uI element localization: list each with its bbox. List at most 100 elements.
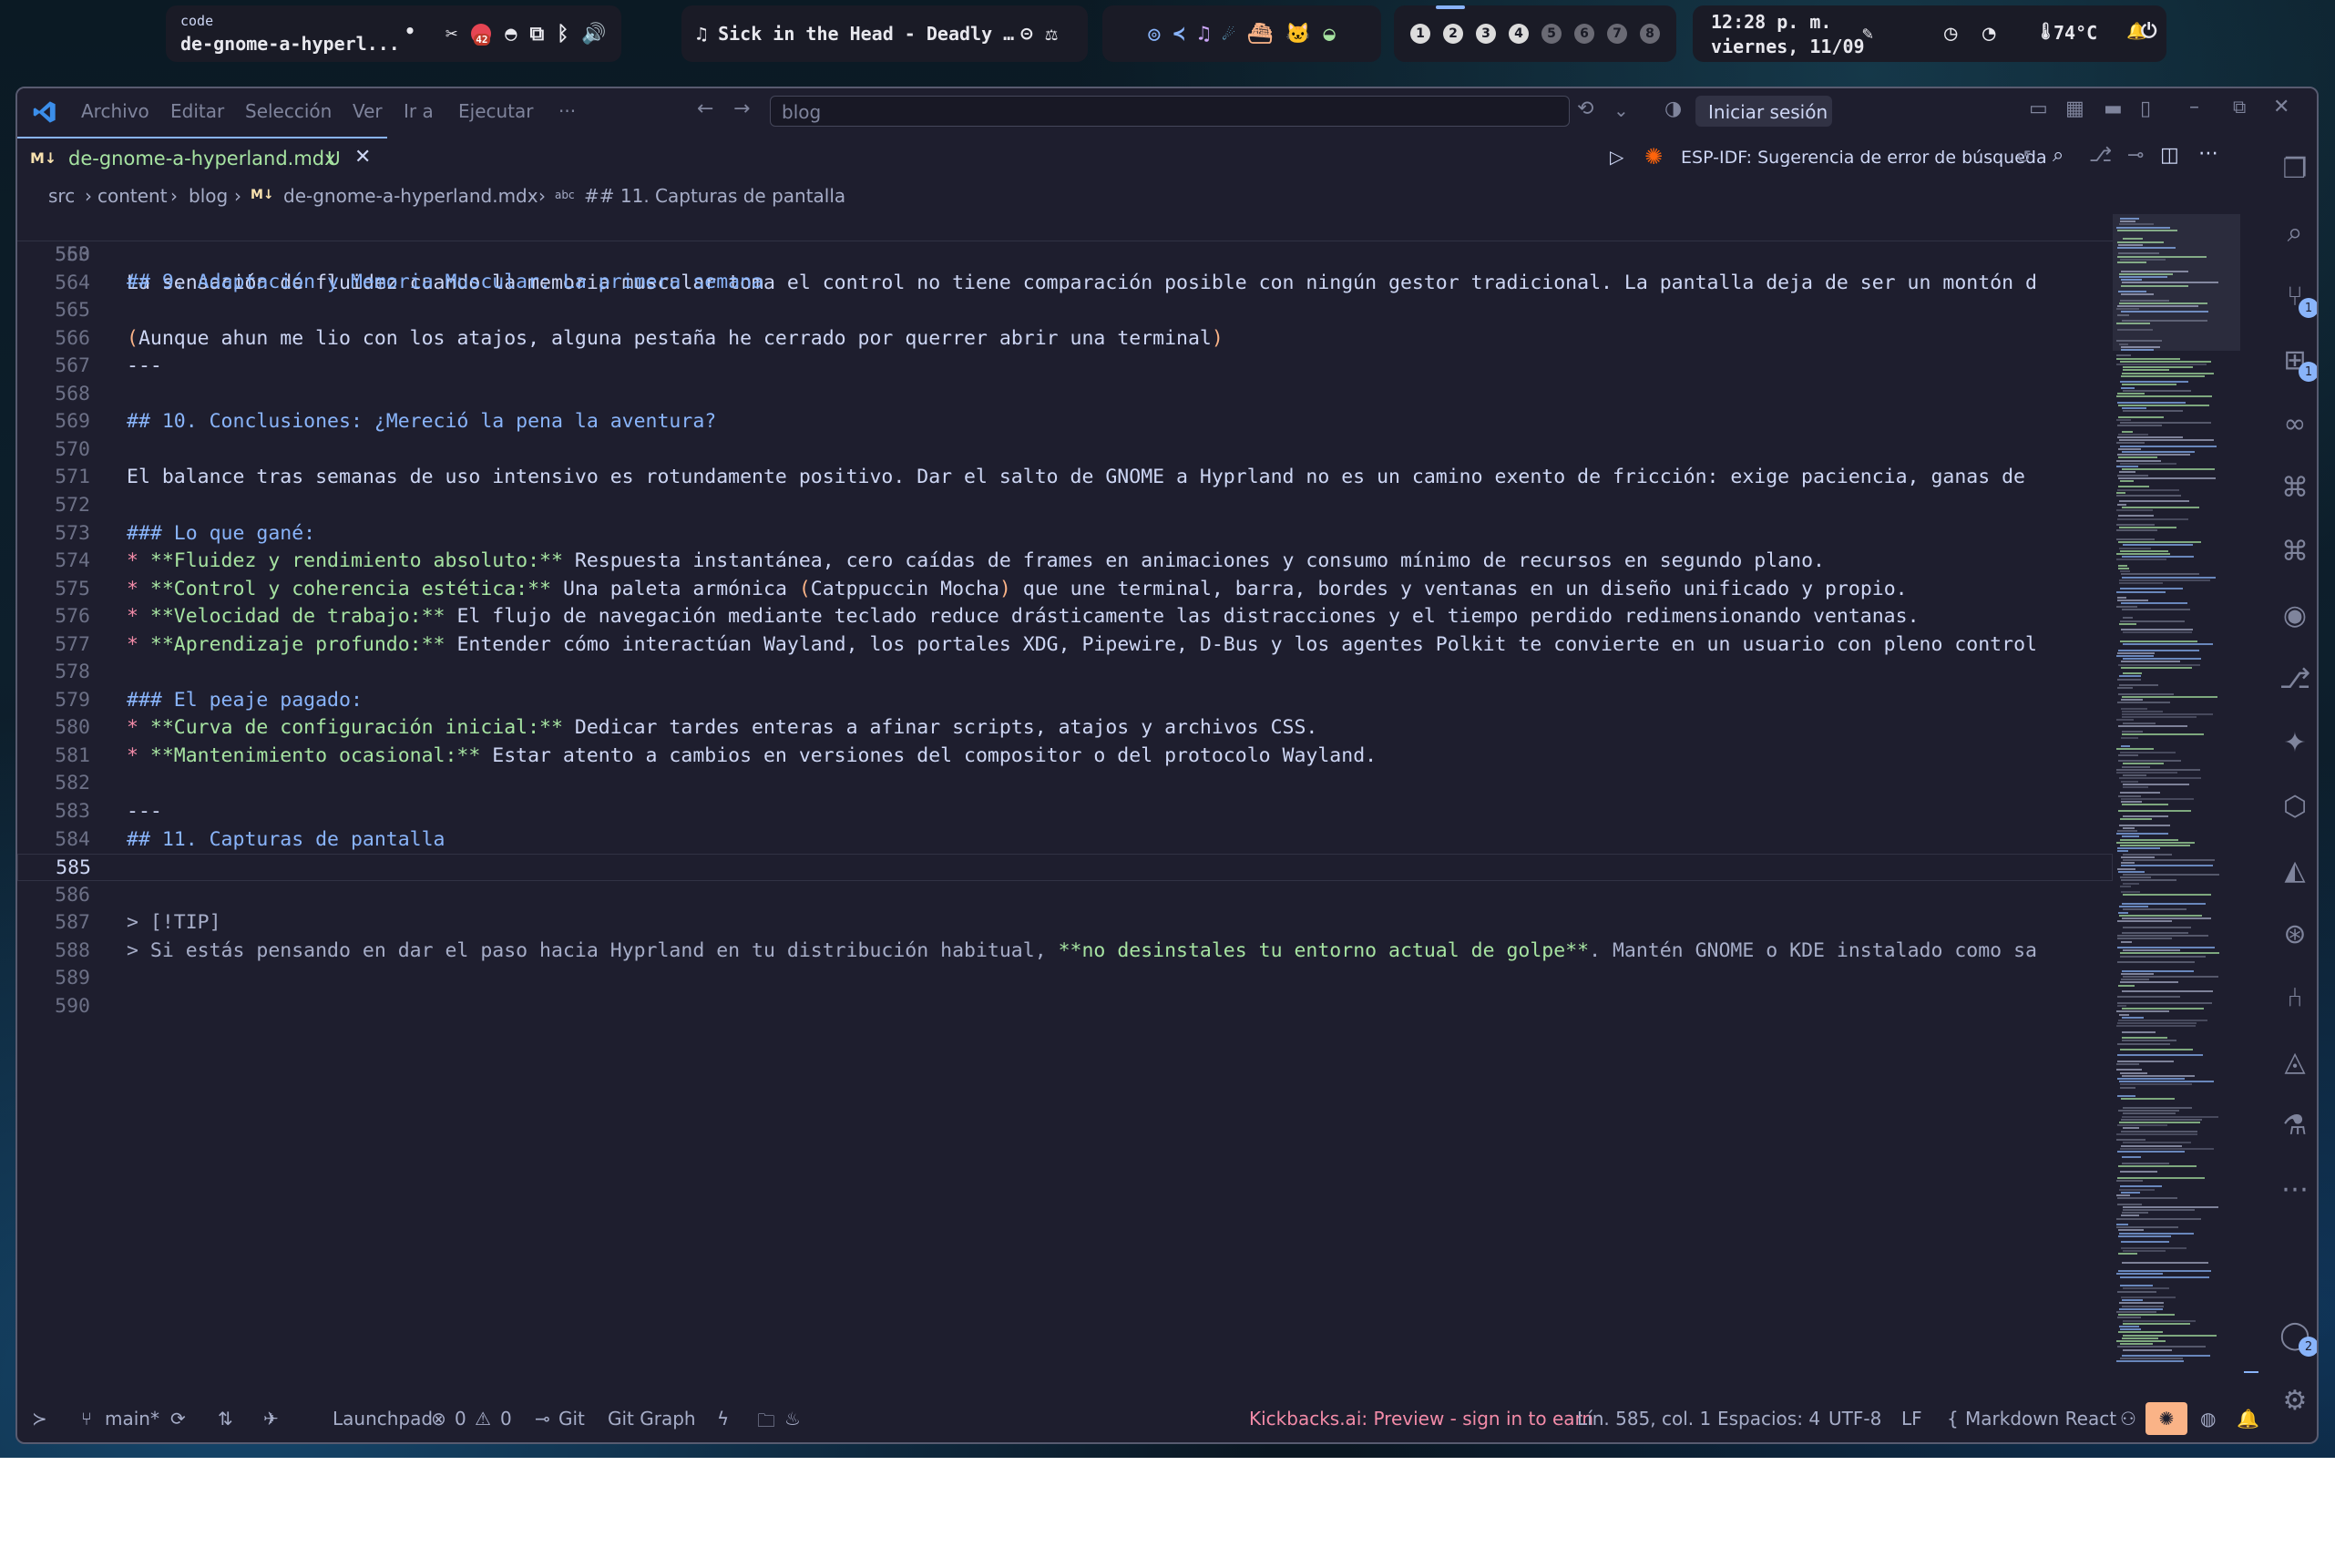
- github-icon[interactable]: ◉: [2277, 597, 2313, 633]
- testing-icon[interactable]: ⚗: [2277, 1107, 2313, 1143]
- flame-icon[interactable]: ♨: [784, 1408, 801, 1430]
- breadcrumb-content[interactable]: content: [97, 185, 168, 207]
- code-line[interactable]: 577 * **Aprendizaje profundo:** Entender …: [17, 631, 2113, 659]
- chevron-down-icon[interactable]: ⌄: [1613, 99, 1629, 121]
- pull-request-icon[interactable]: ⇅: [218, 1408, 233, 1430]
- launchpad-label[interactable]: Launchpad: [333, 1408, 433, 1430]
- copilot-sparkle-icon[interactable]: ✦: [2277, 724, 2313, 761]
- explorer-icon[interactable]: ❐: [2277, 150, 2313, 187]
- containers-icon[interactable]: ⬡: [2277, 788, 2313, 825]
- workspace-1[interactable]: 1: [1410, 24, 1430, 44]
- remote-explorer-icon[interactable]: ⊛: [2277, 916, 2313, 952]
- code-line[interactable]: 569 ## 10. Conclusiones: ¿Mereció la pena…: [17, 408, 2113, 436]
- code-line[interactable]: 585: [17, 854, 2113, 882]
- workspace-6[interactable]: 6: [1574, 24, 1594, 44]
- esp-idf-status-icon[interactable]: ✺: [2146, 1402, 2187, 1435]
- code-line[interactable]: 584 ## 11. Capturas de pantalla: [17, 826, 2113, 854]
- notifications-bell-icon[interactable]: 🔔: [2237, 1408, 2259, 1430]
- minimap[interactable]: [2113, 214, 2240, 1385]
- accounts-icon[interactable]: ◯ 2: [2277, 1317, 2317, 1357]
- code-line[interactable]: 571 El balance tras semanas de uso intens…: [17, 464, 2113, 491]
- code-line[interactable]: 568: [17, 381, 2113, 408]
- tab-close-icon[interactable]: ✕: [354, 146, 371, 169]
- toggle-sidebar-icon[interactable]: ▭: [2029, 97, 2048, 120]
- cursor-position[interactable]: Lín. 585, col. 1: [1577, 1408, 1711, 1430]
- chat-icon[interactable]: ⟲: [1577, 97, 1593, 120]
- encoding[interactable]: UTF-8: [1828, 1408, 1881, 1430]
- workspace-8[interactable]: 8: [1640, 24, 1660, 44]
- code-line[interactable]: 580 * **Curva de configuración inicial:**…: [17, 714, 2113, 742]
- code-line[interactable]: 563: [17, 241, 2113, 269]
- editor-action-label[interactable]: ESP-IDF: Sugerencia de error de búsqueda: [1681, 148, 2047, 168]
- network-icon[interactable]: ⧉: [530, 23, 545, 46]
- breadcrumb-heading[interactable]: ## 11. Capturas de pantalla: [584, 185, 845, 207]
- menu-more[interactable]: ···: [558, 100, 576, 122]
- error-count[interactable]: 0: [455, 1408, 466, 1430]
- workspace-7[interactable]: 7: [1607, 24, 1627, 44]
- kickbacks-notice[interactable]: Kickbacks.ai: Preview - sign in to earn: [1249, 1408, 1593, 1430]
- cat-icon[interactable]: 🐱: [1285, 23, 1310, 46]
- minimap-viewport[interactable]: [2113, 214, 2240, 351]
- volume-icon[interactable]: 🔊: [581, 23, 606, 46]
- end-of-line[interactable]: LF: [1901, 1408, 1922, 1430]
- feedback-icon[interactable]: ◍: [2200, 1408, 2216, 1430]
- music-icon[interactable]: ♫: [1198, 23, 1210, 46]
- code-line[interactable]: 587 > [!TIP]: [17, 909, 2113, 937]
- esp-idf-sidebar-icon[interactable]: ◭: [2277, 852, 2313, 888]
- edit-icon[interactable]: ✎: [1862, 22, 1873, 44]
- signin-button[interactable]: Iniciar sesión: [1695, 96, 1832, 127]
- layout-icon[interactable]: ▦: [2065, 97, 2084, 120]
- source-control-icon[interactable]: ⑂ 1: [2277, 278, 2317, 318]
- editor-scrollbar[interactable]: [2240, 214, 2258, 1385]
- branch-name[interactable]: main*: [105, 1408, 159, 1430]
- code-line[interactable]: 581 * **Mantenimiento ocasional:** Estar …: [17, 743, 2113, 770]
- code-editor[interactable]: 550 ## 9. Adaptación y Memoria Muscular:…: [17, 214, 2113, 1442]
- accounts-palette-icon[interactable]: ◑: [1664, 97, 1682, 120]
- indentation[interactable]: Espacios: 4: [1717, 1408, 1820, 1430]
- search-icon[interactable]: ⌕: [2277, 214, 2313, 251]
- back-arrow-icon[interactable]: ←: [697, 97, 713, 120]
- waybar-window-module[interactable]: code de-gnome-a-hyperl... • ✂ 42 ◓ ⧉ ᛒ 🔊: [166, 5, 621, 62]
- workspace-4[interactable]: 4: [1509, 24, 1529, 44]
- workspace-2[interactable]: 2: [1443, 24, 1463, 44]
- waybar-apps-module[interactable]: ◎ ≺ ♫ ☄ ⛴ 🐱 ◒: [1102, 5, 1381, 62]
- toggle-secondary-sidebar-icon[interactable]: ▯: [2140, 97, 2151, 120]
- code-line[interactable]: 576 * **Velocidad de trabajo:** El flujo …: [17, 603, 2113, 630]
- timer-icon[interactable]: ◷: [1944, 20, 1957, 46]
- code-line[interactable]: 566 (Aunque ahun me lio con los atajos, a…: [17, 325, 2113, 353]
- breadcrumb-blog[interactable]: blog: [189, 185, 228, 207]
- code-line[interactable]: 579 ### El peaje pagado:: [17, 687, 2113, 714]
- close-window-icon[interactable]: ✕: [2273, 96, 2289, 118]
- code-line[interactable]: 588 > Si estás pensando en dar el paso ha…: [17, 938, 2113, 965]
- sync-icon[interactable]: ⟳: [170, 1408, 186, 1430]
- idle-icon[interactable]: ◔: [1982, 20, 1995, 46]
- workspace-5[interactable]: 5: [1541, 24, 1562, 44]
- minimize-icon[interactable]: –: [2189, 96, 2199, 118]
- search-icon[interactable]: ⌕: [2053, 144, 2064, 167]
- code-line[interactable]: 567 ---: [17, 353, 2113, 380]
- waybar-media-module[interactable]: ♫ Sick in the Head - Deadly … ⊝ ⚖: [681, 5, 1088, 62]
- folder-icon[interactable]: 🗀: [757, 1408, 775, 1439]
- copilot-icon[interactable]: ⚇: [2120, 1408, 2136, 1430]
- git-label[interactable]: Git: [558, 1408, 585, 1430]
- commit-icon[interactable]: ⊸: [2127, 144, 2144, 167]
- code-line[interactable]: 570: [17, 436, 2113, 464]
- nvidia-icon[interactable]: ◓: [505, 23, 517, 46]
- menu-ejecutar[interactable]: Ejecutar: [458, 100, 534, 122]
- language-mode[interactable]: Markdown React: [1965, 1408, 2116, 1430]
- code-line[interactable]: 578: [17, 659, 2113, 686]
- code-line[interactable]: 583 ---: [17, 798, 2113, 825]
- workspace-3[interactable]: 3: [1476, 24, 1496, 44]
- run-icon[interactable]: ▷: [1610, 146, 1623, 168]
- power-icon[interactable]: ⏻: [2141, 20, 2156, 43]
- python-env-icon[interactable]: ⌘: [2277, 533, 2313, 569]
- toggle-panel-icon[interactable]: ▬: [2104, 97, 2123, 120]
- code-line[interactable]: 575 * **Control y coherencia estética:** …: [17, 576, 2113, 603]
- scissors-icon[interactable]: ✂: [445, 23, 457, 46]
- code-line[interactable]: 586: [17, 882, 2113, 909]
- split-editor-icon[interactable]: ◫: [2160, 144, 2179, 167]
- menu-editar[interactable]: Editar: [170, 100, 224, 122]
- android-icon[interactable]: ◒: [1324, 23, 1336, 46]
- menu-ir-a[interactable]: Ir a: [404, 100, 434, 122]
- code-line[interactable]: 590: [17, 993, 2113, 1020]
